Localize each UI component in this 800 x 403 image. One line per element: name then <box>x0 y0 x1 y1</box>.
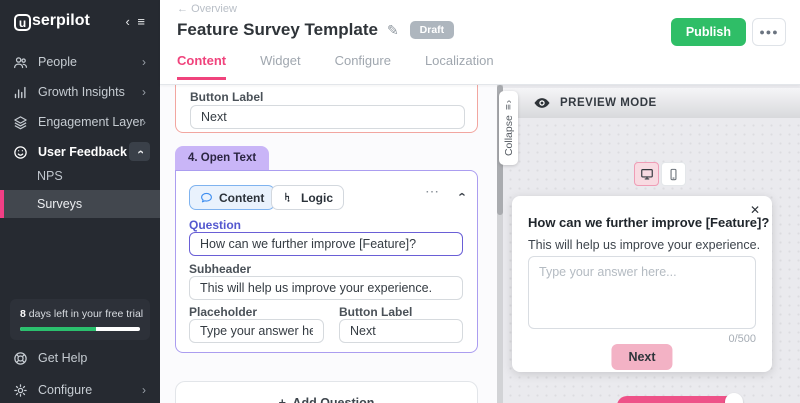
bottom-drag-handle[interactable] <box>725 393 743 403</box>
sidebar-item-nps[interactable]: NPS <box>0 162 160 190</box>
question-block-badge[interactable]: 4. Open Text <box>175 146 270 170</box>
sidebar-item-growth-insights[interactable]: Growth Insights › <box>0 78 160 106</box>
phone-icon <box>667 168 680 181</box>
sidebar-item-label: User Feedback <box>38 145 127 159</box>
char-counter: 0/500 <box>728 333 756 345</box>
more-actions-button[interactable]: ●●● <box>752 18 786 46</box>
mobile-preview-button[interactable] <box>661 162 686 186</box>
trial-progress-fill <box>20 327 96 331</box>
add-question-button[interactable]: + Add Question <box>175 381 478 403</box>
status-badge: Draft <box>409 21 455 39</box>
tab-localization[interactable]: Localization <box>425 53 494 80</box>
preview-mode-label: PREVIEW MODE <box>560 97 657 109</box>
bar-chart-icon <box>13 84 29 100</box>
sidebar-item-surveys[interactable]: Surveys <box>0 190 160 218</box>
collapse-section-button[interactable]: › <box>129 142 150 161</box>
device-toggle <box>634 162 686 186</box>
page-header: ← Overview Feature Survey Template ✎ Dra… <box>160 0 800 85</box>
tab-content[interactable]: Content <box>177 53 227 80</box>
logic-branch-icon <box>282 191 295 204</box>
sidebar-subitem-label: Surveys <box>37 197 83 211</box>
sidebar-item-label: Get Help <box>38 351 88 365</box>
tab-configure[interactable]: Configure <box>335 53 391 80</box>
preview-collapse-tab[interactable]: Collapse ≡› <box>499 91 518 165</box>
collapse-tab-icon: ≡› <box>503 99 514 111</box>
question-field-label: Question <box>189 218 242 232</box>
placeholder-input[interactable] <box>189 319 324 343</box>
sidebar-item-people[interactable]: People › <box>0 48 160 76</box>
sidebar: u serpilot ‹ ≡ People › Growth Insights ›… <box>0 0 160 403</box>
placeholder-field-label: Placeholder <box>189 305 258 319</box>
back-arrow-icon: ← <box>177 3 188 15</box>
question-input[interactable] <box>189 232 463 256</box>
plus-icon: + <box>278 396 286 403</box>
sidebar-item-label: Growth Insights <box>38 85 125 99</box>
sidebar-item-get-help[interactable]: Get Help <box>0 345 160 371</box>
logic-mode-label: Logic <box>301 190 333 205</box>
subheader-field-label: Subheader <box>189 262 252 276</box>
logic-mode-button[interactable]: Logic <box>271 185 344 210</box>
desktop-preview-button[interactable] <box>634 162 659 186</box>
content-mode-label: Content <box>219 190 265 205</box>
gear-icon <box>13 382 29 398</box>
sidebar-item-engagement-layer[interactable]: Engagement Layer › <box>0 108 160 136</box>
button-label-input[interactable] <box>190 105 465 129</box>
sidebar-item-label: People <box>38 55 77 69</box>
eye-icon <box>533 94 551 112</box>
trial-text-rest: days left in your free trial <box>25 308 144 320</box>
logo-u-mark: u <box>14 14 31 31</box>
edit-title-icon[interactable]: ✎ <box>387 22 399 39</box>
smiley-icon <box>13 144 29 160</box>
userpilot-logo[interactable]: u serpilot <box>14 12 90 31</box>
trial-text: 8 days left in your free trial <box>20 308 144 320</box>
add-question-label: Add Question <box>292 396 375 403</box>
button-label-field-label: Button Label <box>339 305 413 319</box>
collapse-question-icon[interactable]: › <box>453 192 468 196</box>
layers-icon <box>13 114 29 130</box>
open-text-question-card: Content Logic ⋯ › Question Subheader Pla… <box>175 170 478 353</box>
sidebar-item-label: Engagement Layer <box>38 115 144 129</box>
breadcrumb-back-link[interactable]: ← Overview <box>177 3 237 15</box>
button-label-field-label: Button Label <box>190 90 264 104</box>
previous-question-card: Button Label <box>175 85 478 133</box>
sidebar-collapse-control[interactable]: ‹ ≡ <box>125 14 147 29</box>
question-menu-button[interactable]: ⋯ <box>425 183 439 200</box>
survey-preview-card: ✕ How can we further improve [Feature]? … <box>512 196 772 372</box>
preview-question-text: How can we further improve [Feature]? <box>528 215 770 230</box>
sidebar-item-configure[interactable]: Configure › <box>0 377 160 403</box>
subheader-input[interactable] <box>189 276 463 300</box>
preview-subheader-text: This will help us improve your experienc… <box>528 238 761 252</box>
chevron-up-icon: › <box>132 149 147 154</box>
lifebuoy-icon <box>13 350 29 366</box>
preview-panel: PREVIEW MODE Collapse ≡› ✕ How can we fur… <box>497 85 800 403</box>
chevron-right-icon: › <box>142 85 146 99</box>
app-window: u serpilot ‹ ≡ People › Growth Insights ›… <box>0 0 800 403</box>
people-icon <box>13 54 29 70</box>
tab-widget[interactable]: Widget <box>260 53 300 80</box>
chat-bubble-icon <box>200 191 213 204</box>
trial-banner: 8 days left in your free trial <box>10 299 150 340</box>
publish-button[interactable]: Publish <box>670 18 746 46</box>
logo-text: serpilot <box>32 12 90 29</box>
trial-progress-track <box>20 327 140 331</box>
page-title: Feature Survey Template <box>177 20 378 39</box>
button-label-input[interactable] <box>339 319 463 343</box>
monitor-icon <box>640 167 654 181</box>
editor-tabs: Content Widget Configure Localization <box>177 53 494 80</box>
preview-next-button[interactable]: Next <box>611 344 673 370</box>
preview-mode-bar: PREVIEW MODE <box>503 88 800 118</box>
sidebar-item-label: Configure <box>38 383 93 397</box>
breadcrumb-label: Overview <box>191 3 237 15</box>
collapse-tab-label: Collapse <box>502 115 515 157</box>
editor-scroll-area: Button Label 4. Open Text Content Logic … <box>160 85 497 403</box>
preview-answer-textarea[interactable] <box>528 256 756 329</box>
chevron-right-icon: › <box>142 115 146 129</box>
sidebar-subitem-label: NPS <box>37 169 63 183</box>
chevron-right-icon: › <box>142 383 146 397</box>
content-mode-button[interactable]: Content <box>189 185 276 210</box>
chevron-right-icon: › <box>142 55 146 69</box>
